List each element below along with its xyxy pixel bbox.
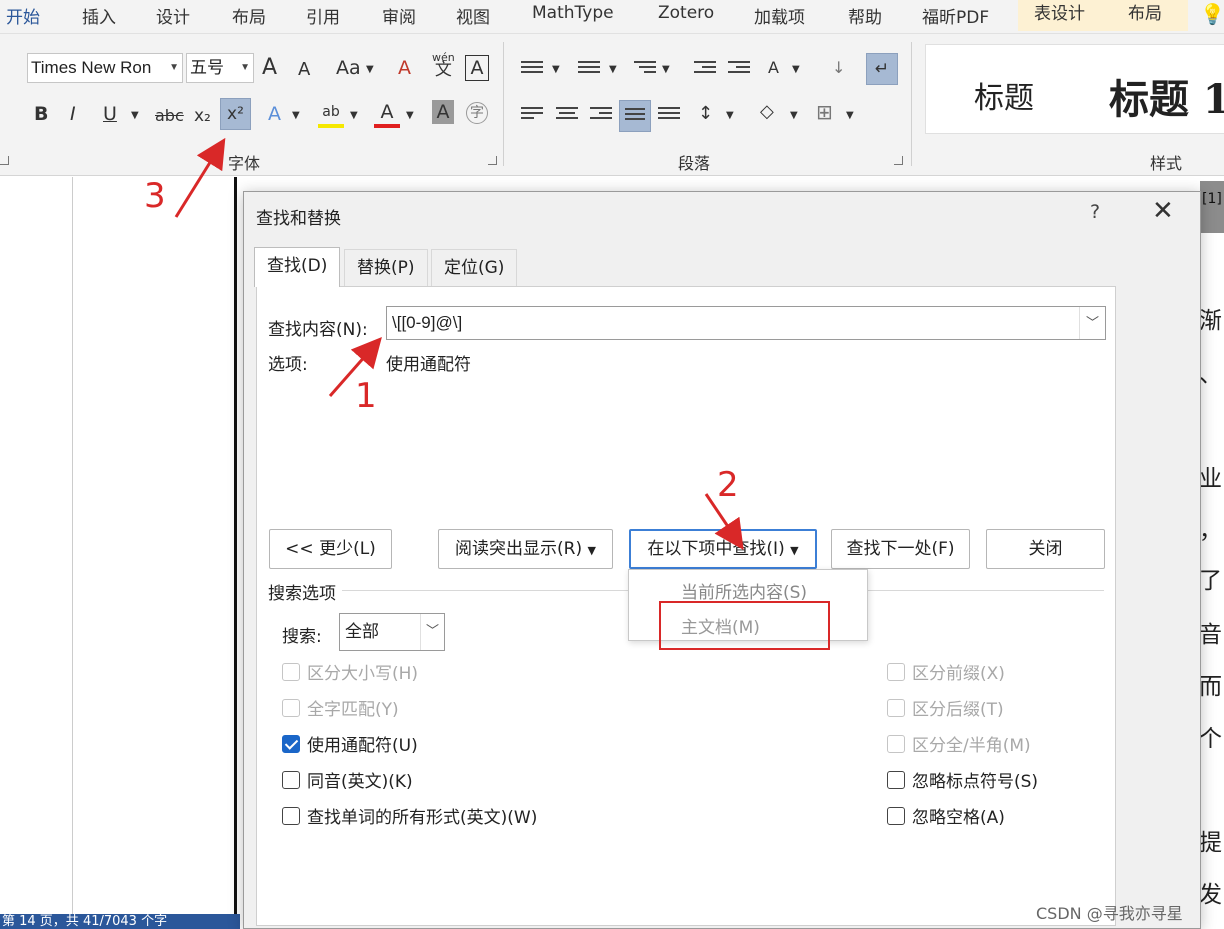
- annotation-arrow-3: [174, 137, 226, 218]
- annotation-number-3: 3: [144, 176, 166, 216]
- annotation-arrows: [174, 137, 744, 550]
- annotation-number-1: 1: [355, 376, 377, 416]
- watermark-text: CSDN @寻我亦寻星: [1036, 904, 1183, 923]
- tab-find[interactable]: 查找(D): [254, 247, 341, 287]
- annotation-number-2: 2: [717, 465, 739, 505]
